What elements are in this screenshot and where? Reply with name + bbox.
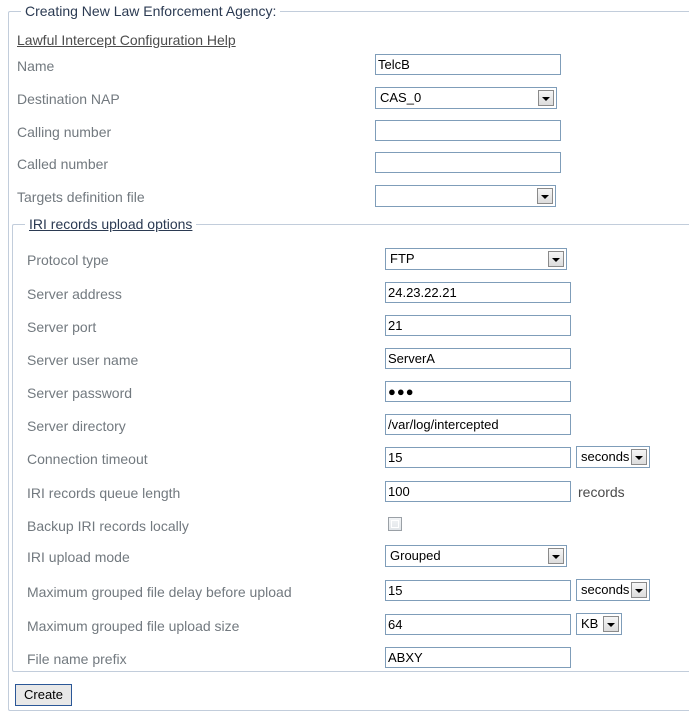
- file-name-prefix-input[interactable]: [385, 647, 571, 668]
- iri-upload-mode-value: Grouped: [390, 548, 441, 563]
- protocol-type-value: FTP: [390, 251, 415, 266]
- iri-records-queue-length-unit: records: [578, 484, 625, 500]
- row-targets-definition-file: Targets definition file: [0, 185, 689, 209]
- destination-nap-value: CAS_0: [380, 90, 422, 105]
- chevron-down-icon[interactable]: [631, 449, 647, 465]
- name-input[interactable]: [375, 54, 561, 75]
- server-user-name-input[interactable]: [385, 348, 571, 369]
- chevron-down-icon[interactable]: [538, 90, 554, 106]
- label-destination-nap: Destination NAP: [17, 91, 120, 107]
- row-server-password: Server password: [0, 381, 689, 405]
- form-legend: Creating New Law Enforcement Agency:: [21, 3, 281, 19]
- row-iri-records-queue-length: IRI records queue length records: [0, 481, 689, 505]
- label-server-address: Server address: [27, 286, 122, 302]
- chevron-down-icon[interactable]: [537, 188, 553, 204]
- label-called-number: Called number: [17, 156, 109, 172]
- destination-nap-select[interactable]: CAS_0: [375, 87, 557, 109]
- max-grouped-file-delay-unit-select[interactable]: seconds: [576, 579, 650, 601]
- iri-fieldset-legend: IRI records upload options: [25, 216, 197, 232]
- max-grouped-file-upload-size-unit-value: KB: [581, 616, 599, 631]
- label-max-grouped-file-delay: Maximum grouped file delay before upload: [27, 584, 292, 600]
- max-grouped-file-upload-size-unit-select[interactable]: KB: [576, 613, 622, 635]
- iri-upload-mode-select[interactable]: Grouped: [385, 545, 567, 567]
- label-protocol-type: Protocol type: [27, 252, 109, 268]
- targets-definition-file-select[interactable]: [375, 185, 556, 207]
- label-calling-number: Calling number: [17, 124, 112, 140]
- label-name: Name: [17, 58, 55, 74]
- chevron-down-icon[interactable]: [631, 582, 647, 598]
- lawful-intercept-configuration-help-link[interactable]: Lawful Intercept Configuration Help: [17, 32, 236, 49]
- chevron-down-icon[interactable]: [548, 251, 564, 267]
- chevron-down-icon[interactable]: [548, 548, 564, 564]
- chevron-down-icon[interactable]: [603, 616, 619, 632]
- row-server-port: Server port: [0, 315, 689, 339]
- lawful-intercept-form-page: Creating New Law Enforcement Agency: Law…: [0, 0, 689, 720]
- row-server-user-name: Server user name: [0, 348, 689, 372]
- protocol-type-select[interactable]: FTP: [385, 248, 567, 270]
- row-connection-timeout: Connection timeout seconds: [0, 446, 689, 471]
- max-grouped-file-upload-size-input[interactable]: [385, 614, 571, 635]
- label-server-password: Server password: [27, 385, 133, 401]
- row-max-grouped-file-delay: Maximum grouped file delay before upload…: [0, 579, 689, 604]
- backup-iri-records-locally-checkbox[interactable]: [388, 517, 402, 531]
- connection-timeout-unit-value: seconds: [581, 449, 630, 464]
- label-connection-timeout: Connection timeout: [27, 451, 148, 467]
- label-targets-definition-file: Targets definition file: [17, 189, 145, 205]
- row-destination-nap: Destination NAP CAS_0: [0, 87, 689, 111]
- server-directory-input[interactable]: [385, 414, 571, 435]
- row-file-name-prefix: File name prefix: [0, 647, 689, 671]
- row-name: Name: [0, 54, 689, 78]
- label-max-grouped-file-upload-size: Maximum grouped file upload size: [27, 618, 240, 634]
- iri-records-queue-length-input[interactable]: [385, 481, 571, 502]
- row-iri-upload-mode: IRI upload mode Grouped: [0, 545, 689, 569]
- label-backup-iri-records-locally: Backup IRI records locally: [27, 518, 189, 534]
- label-server-port: Server port: [27, 319, 97, 335]
- label-server-user-name: Server user name: [27, 352, 139, 368]
- server-port-input[interactable]: [385, 315, 571, 336]
- label-file-name-prefix: File name prefix: [27, 651, 127, 667]
- row-called-number: Called number: [0, 152, 689, 176]
- label-iri-upload-mode: IRI upload mode: [27, 549, 130, 565]
- row-server-directory: Server directory: [0, 414, 689, 438]
- max-grouped-file-delay-input[interactable]: [385, 580, 571, 601]
- row-calling-number: Calling number: [0, 120, 689, 144]
- label-iri-records-queue-length: IRI records queue length: [27, 485, 181, 501]
- server-address-input[interactable]: [385, 282, 571, 303]
- connection-timeout-unit-select[interactable]: seconds: [576, 446, 650, 468]
- connection-timeout-input[interactable]: [385, 447, 571, 468]
- create-button[interactable]: Create: [15, 684, 73, 706]
- row-protocol-type: Protocol type FTP: [0, 248, 689, 272]
- row-max-grouped-file-upload-size: Maximum grouped file upload size KB: [0, 613, 689, 638]
- server-password-input[interactable]: [385, 381, 571, 402]
- label-server-directory: Server directory: [27, 418, 126, 434]
- calling-number-input[interactable]: [375, 120, 561, 141]
- row-backup-iri-records-locally: Backup IRI records locally: [0, 514, 689, 538]
- row-server-address: Server address: [0, 282, 689, 306]
- max-grouped-file-delay-unit-value: seconds: [581, 582, 630, 597]
- called-number-input[interactable]: [375, 152, 561, 173]
